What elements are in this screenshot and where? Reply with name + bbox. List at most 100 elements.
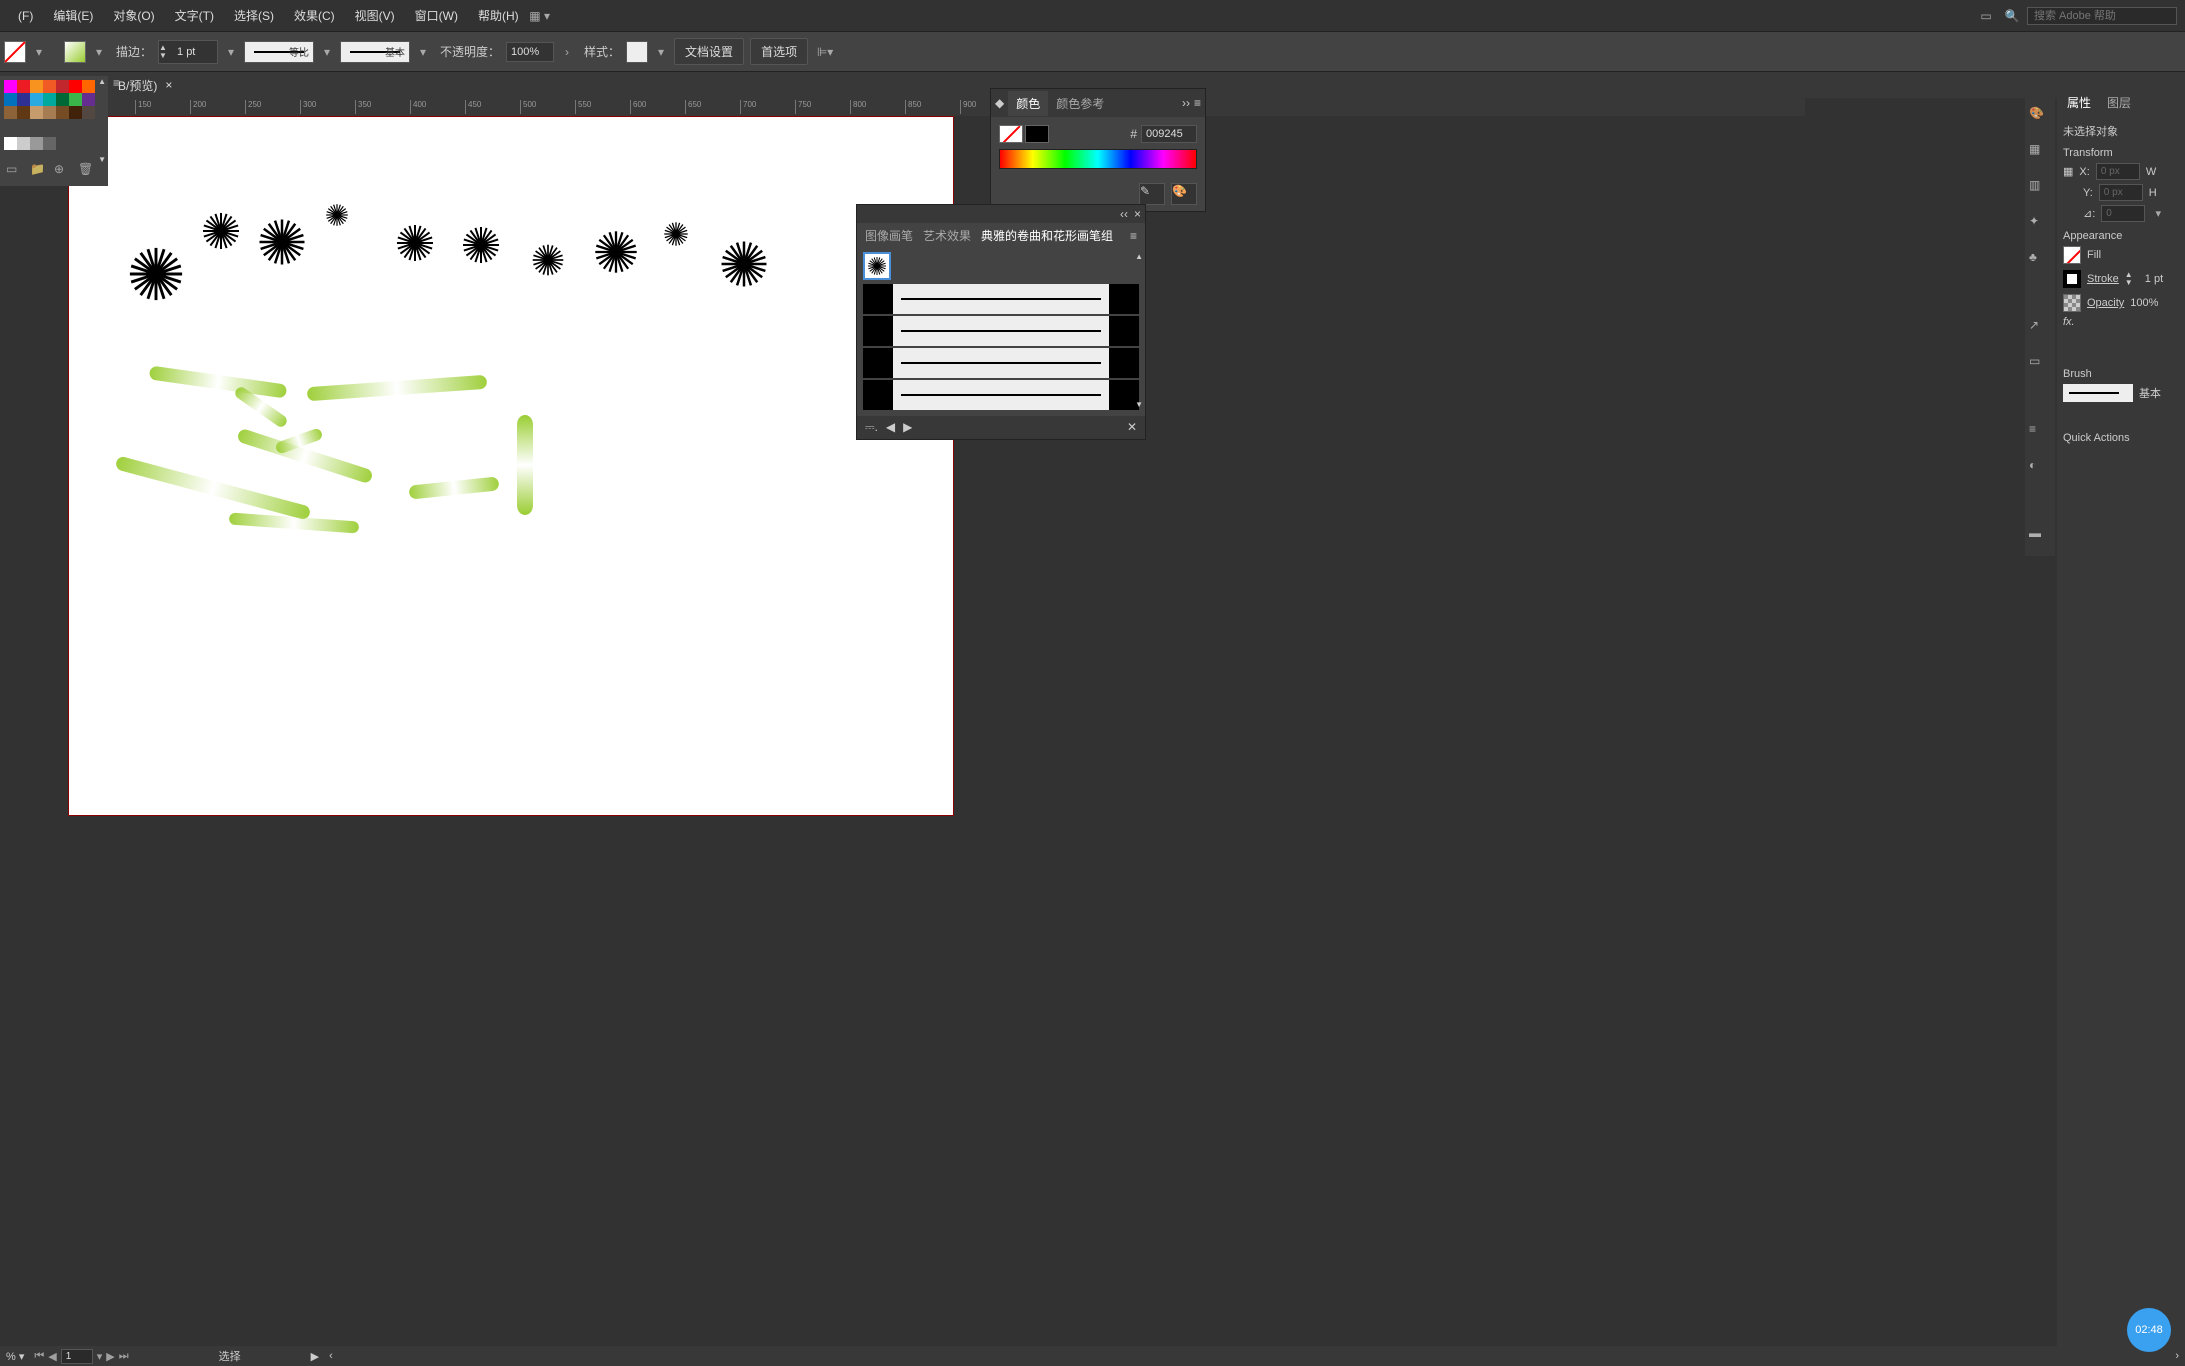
swatch-color[interactable] xyxy=(82,106,95,119)
brush-tab-image[interactable]: 图像画笔 xyxy=(865,227,913,244)
angle-input[interactable] xyxy=(2101,205,2145,222)
scroll-right-icon[interactable]: › xyxy=(2175,1350,2179,1362)
swatch-color[interactable] xyxy=(17,80,30,93)
dock-suit-icon[interactable]: ♣ xyxy=(2029,250,2051,272)
swatch-color[interactable] xyxy=(82,93,95,106)
brush-dropdown[interactable]: ▾ xyxy=(416,45,430,59)
prop-stroke-swatch[interactable] xyxy=(2063,270,2081,288)
swatch-color[interactable] xyxy=(30,106,43,119)
play-icon[interactable]: ▶ xyxy=(311,1350,319,1363)
menu-effect[interactable]: 效果(C) xyxy=(284,1,345,30)
swatch-color[interactable] xyxy=(30,80,43,93)
menu-view[interactable]: 视图(V) xyxy=(345,1,405,30)
brush-tab-elegant[interactable]: 典雅的卷曲和花形画笔组 xyxy=(981,227,1113,244)
menu-type[interactable]: 文字(T) xyxy=(165,1,224,30)
stepper-arrows-icon[interactable]: ▲▼ xyxy=(159,41,173,63)
x-input[interactable] xyxy=(2096,163,2140,180)
dock-appearance-icon[interactable]: ▬ xyxy=(2029,526,2051,548)
swatch-color[interactable] xyxy=(4,80,17,93)
swatches-scroll-up-icon[interactable]: ▲ xyxy=(98,78,106,86)
page-input[interactable] xyxy=(61,1349,93,1364)
menu-edit[interactable]: 编辑(E) xyxy=(43,1,103,30)
help-search-input[interactable] xyxy=(2027,7,2177,25)
swatch-color[interactable] xyxy=(69,80,82,93)
menu-select[interactable]: 选择(S) xyxy=(224,1,284,30)
brush-list-item[interactable]: ♥ xyxy=(863,348,1139,378)
dock-symbols-icon[interactable]: ✦ xyxy=(2029,214,2051,236)
stroke-weight-input[interactable] xyxy=(173,43,217,61)
swatches-scroll-down-icon[interactable]: ▼ xyxy=(98,156,106,164)
swatch-color[interactable] xyxy=(69,106,82,119)
brush-prev-icon[interactable]: ◀ xyxy=(886,420,895,435)
last-page-icon[interactable]: ⏭ xyxy=(119,1350,129,1363)
scroll-left-icon[interactable]: ‹ xyxy=(329,1350,333,1362)
swatch-color[interactable] xyxy=(43,137,56,150)
dock-align-icon[interactable]: ≡ xyxy=(2029,422,2051,444)
swatch-color[interactable] xyxy=(4,93,17,106)
swatch-color[interactable] xyxy=(69,93,82,106)
panel-collapse-icon[interactable]: ◆ xyxy=(995,96,1004,110)
y-input[interactable] xyxy=(2099,184,2143,201)
dock-brushes-icon[interactable]: ▥ xyxy=(2029,178,2051,200)
angle-dropdown[interactable]: ▾ xyxy=(2151,207,2165,220)
menu-window[interactable]: 窗口(W) xyxy=(405,1,468,30)
swatch-folder-icon[interactable]: 📁 xyxy=(30,162,46,178)
close-tab-icon[interactable]: × xyxy=(165,78,172,92)
swatch-color[interactable] xyxy=(43,80,56,93)
prop-fill-swatch[interactable] xyxy=(2063,246,2081,264)
grid-icon[interactable]: ▦ xyxy=(2063,165,2073,178)
artboard[interactable] xyxy=(68,116,954,816)
style-dropdown[interactable]: ▾ xyxy=(654,45,668,59)
dock-swatches-icon[interactable]: ▦ xyxy=(2029,142,2051,164)
brushes-scroll-up-icon[interactable]: ▲ xyxy=(1135,253,1143,261)
zoom-dropdown[interactable]: % ▾ xyxy=(6,1350,24,1363)
swatch-color[interactable] xyxy=(82,80,95,93)
fx-label[interactable]: fx. xyxy=(2063,316,2075,328)
dock-transparency-icon[interactable]: ◐ xyxy=(2029,458,2051,480)
color-tab[interactable]: 颜色 xyxy=(1008,91,1048,116)
brush-thumb-flower[interactable] xyxy=(863,252,891,280)
width-profile-dropdown[interactable]: ▾ xyxy=(320,45,334,59)
brushes-collapse-icon[interactable]: ‹‹ xyxy=(1120,207,1128,221)
brush-definition[interactable]: 基本 xyxy=(340,41,410,63)
mixer-btn-1[interactable]: ✎ xyxy=(1139,183,1165,205)
swatch-color[interactable] xyxy=(4,137,17,150)
prop-opacity-link[interactable]: Opacity xyxy=(2087,297,2124,309)
menu-file[interactable]: (F) xyxy=(8,3,43,29)
swatch-color[interactable] xyxy=(4,106,17,119)
prop-opacity-swatch[interactable] xyxy=(2063,294,2081,312)
swatch-new-icon[interactable]: ⊕ xyxy=(54,162,70,178)
search-icon[interactable]: 🔍 xyxy=(2001,5,2023,27)
prop-brush-preview[interactable] xyxy=(2063,384,2133,402)
panel-menu-icon[interactable]: ≡ xyxy=(1194,96,1201,110)
swatch-color[interactable] xyxy=(56,93,69,106)
prop-stroke-link[interactable]: Stroke xyxy=(2087,273,2119,285)
stroke-weight-dropdown[interactable]: ▾ xyxy=(224,45,238,59)
stroke-weight-stepper[interactable]: ▲▼ xyxy=(158,40,218,64)
swatch-color[interactable] xyxy=(30,93,43,106)
brush-list-item[interactable]: ♦ xyxy=(863,380,1139,410)
preferences-button[interactable]: 首选项 xyxy=(750,38,808,65)
opacity-dropdown[interactable]: › xyxy=(560,45,574,59)
arrange-docs-icon[interactable]: ▭ xyxy=(1975,5,1997,27)
dock-gradient-icon[interactable]: ▭ xyxy=(2029,354,2051,376)
color-spectrum[interactable] xyxy=(999,149,1197,169)
brush-list-item[interactable]: ♠ xyxy=(863,284,1139,314)
panel-expand-icon[interactable]: ›› xyxy=(1182,96,1190,110)
hex-input[interactable] xyxy=(1141,125,1197,143)
menu-object[interactable]: 对象(O) xyxy=(103,1,164,30)
align-icon[interactable]: ⊫▾ xyxy=(814,41,836,63)
swatch-color[interactable] xyxy=(17,93,30,106)
color-fill-swatch[interactable] xyxy=(999,125,1023,143)
fill-dropdown[interactable]: ▾ xyxy=(32,45,46,59)
brush-remove-icon[interactable]: ✕ xyxy=(1127,420,1137,435)
dock-color-icon[interactable]: 🎨 xyxy=(2029,106,2051,128)
color-guide-tab[interactable]: 颜色参考 xyxy=(1048,91,1112,116)
swatches-menu-icon[interactable]: ≡ xyxy=(113,76,120,90)
swatch-color[interactable] xyxy=(30,137,43,150)
mixer-btn-2[interactable]: 🎨 xyxy=(1171,183,1197,205)
graphic-style-swatch[interactable] xyxy=(626,41,648,63)
stroke-stepper-icon[interactable]: ▲▼ xyxy=(2125,268,2139,290)
document-tab[interactable]: B/预览) × xyxy=(110,73,180,98)
fill-swatch[interactable] xyxy=(4,41,26,63)
